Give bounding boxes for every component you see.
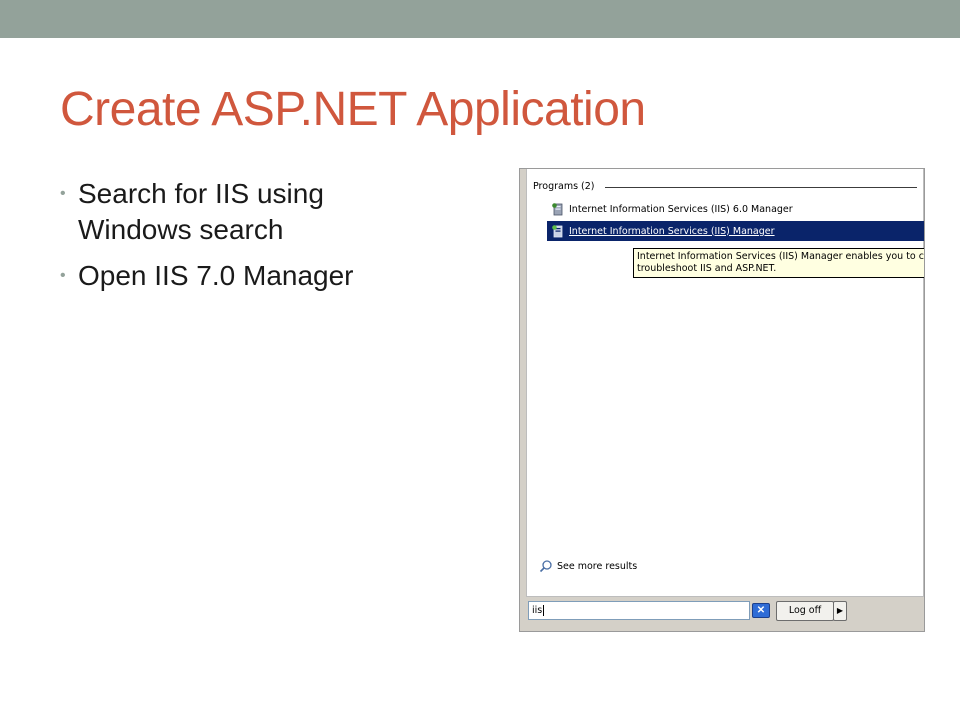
tooltip-line: Internet Information Services (IIS) Mana… <box>637 251 925 262</box>
bullet-text: Open IIS 7.0 Manager <box>78 260 354 291</box>
shutdown-options-button[interactable]: ▶ <box>833 601 847 621</box>
text-caret <box>543 605 545 616</box>
program-label: Internet Information Services (IIS) Mana… <box>569 225 775 237</box>
program-item-iis6-manager[interactable]: Internet Information Services (IIS) 6.0 … <box>547 199 924 219</box>
search-results-pane: Programs (2) Internet Information Servic… <box>526 169 924 597</box>
right-arrow-icon: ▶ <box>836 606 844 615</box>
search-icon <box>539 559 553 573</box>
slide-title: Create ASP.NET Application <box>60 83 646 136</box>
bullet-item: • Open IIS 7.0 Manager <box>60 258 440 294</box>
bullet-list: • Search for IIS using Windows search • … <box>60 176 440 304</box>
see-more-results-link[interactable]: See more results <box>539 559 637 573</box>
see-more-label: See more results <box>557 560 638 572</box>
start-menu-screenshot: Programs (2) Internet Information Servic… <box>519 168 925 632</box>
bullet-item: • Search for IIS using Windows search <box>60 176 440 248</box>
log-off-button[interactable]: Log off <box>776 601 834 621</box>
search-input[interactable]: iis <box>528 601 750 620</box>
bullet-icon: • <box>60 267 66 284</box>
bullet-icon: • <box>60 185 66 202</box>
top-accent-bar <box>0 0 960 38</box>
section-divider <box>605 187 917 188</box>
tooltip: Internet Information Services (IIS) Mana… <box>633 248 925 278</box>
clear-search-button[interactable]: ✕ <box>752 603 770 618</box>
bullet-text: Search for IIS using Windows search <box>78 178 324 245</box>
iis-icon <box>551 202 565 216</box>
program-item-iis-manager[interactable]: Internet Information Services (IIS) Mana… <box>547 221 924 241</box>
search-value: iis <box>532 605 543 616</box>
iis-icon <box>551 224 565 238</box>
clear-x-icon: ✕ <box>756 605 766 616</box>
program-label: Internet Information Services (IIS) 6.0 … <box>569 203 793 215</box>
tooltip-line: troubleshoot IIS and ASP.NET. <box>637 263 777 274</box>
programs-section-header: Programs (2) <box>533 181 595 192</box>
